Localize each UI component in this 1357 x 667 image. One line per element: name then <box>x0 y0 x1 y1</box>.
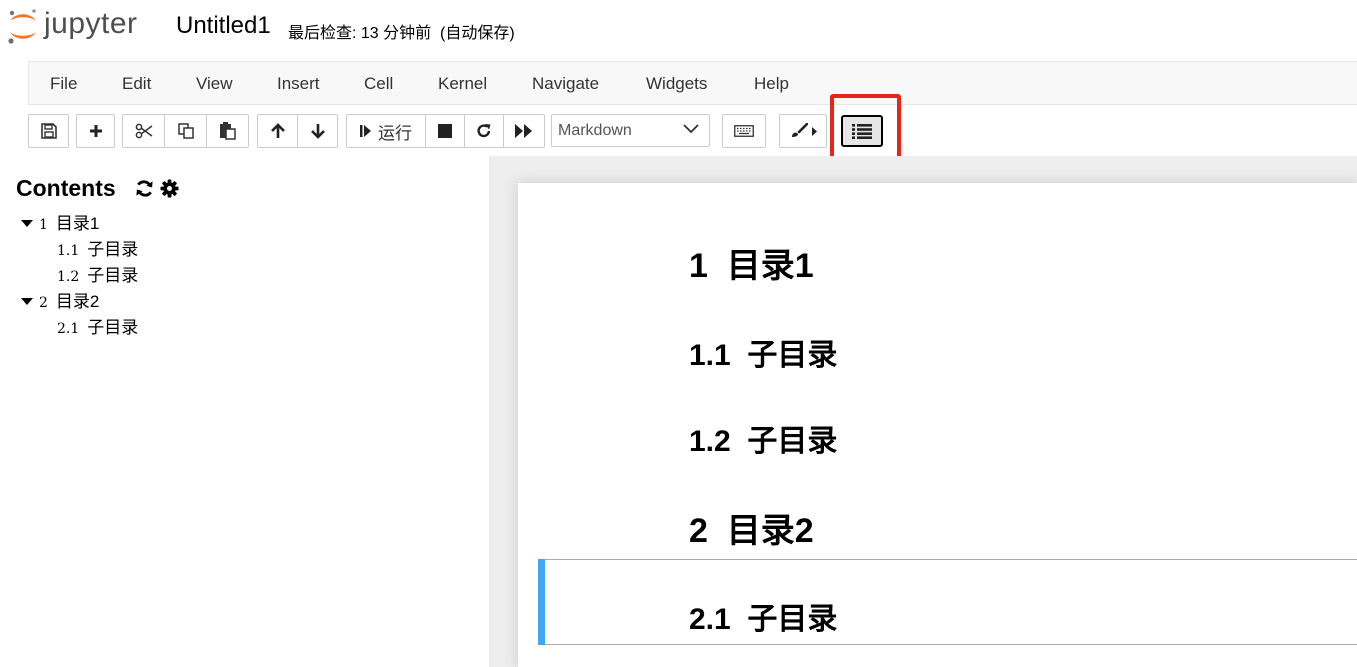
toc-item-1-1[interactable]: 1.1 子目录 <box>57 235 138 260</box>
toc-number: 1.1 <box>57 243 80 259</box>
command-palette-button[interactable] <box>722 114 766 148</box>
edit-group <box>122 114 249 148</box>
toc-item-1[interactable]: 1 目录1 <box>21 209 99 234</box>
insert-cell-button[interactable] <box>76 114 115 148</box>
notebook-name[interactable]: Untitled1 <box>176 12 271 40</box>
toc-title: Contents <box>16 175 116 201</box>
menu-edit[interactable]: Edit <box>122 74 151 94</box>
heading-cell-2[interactable]: 2 目录2 <box>689 503 814 552</box>
toc-label: 子目录 <box>87 318 139 337</box>
toc-label: 子目录 <box>87 240 139 259</box>
restart-run-all-button[interactable] <box>503 114 545 148</box>
heading-cell-1[interactable]: 1 目录1 <box>689 238 814 287</box>
arrow-up-icon <box>270 123 285 138</box>
toc-sidebar: Contents 1 目录1 1.1 子目录 1.2 子目录 2 目录2 2.1… <box>0 156 490 667</box>
menu-widgets[interactable]: Widgets <box>646 74 707 94</box>
checkpoint-status: 最后检查: 13 分钟前 (自动保存) <box>288 25 515 42</box>
run-label: 运行 <box>378 123 412 143</box>
menu-help[interactable]: Help <box>754 74 789 94</box>
jupyter-logo-icon <box>8 9 36 44</box>
save-button[interactable] <box>28 114 69 148</box>
toc-number: 2.1 <box>57 321 80 337</box>
move-down-button[interactable] <box>297 114 338 148</box>
toc-item-1-2[interactable]: 1.2 子目录 <box>57 261 138 286</box>
run-button[interactable]: 运行 <box>346 114 426 148</box>
toc-item-2[interactable]: 2 目录2 <box>21 287 99 312</box>
arrow-down-icon <box>310 124 325 139</box>
paste-icon <box>219 122 236 140</box>
toc-toggle-button[interactable] <box>841 115 883 147</box>
cell-type-value: Markdown <box>558 122 632 139</box>
toolbar: 运行 Markdown <box>0 106 1357 156</box>
menubar: File Edit View Insert Cell Kernel Naviga… <box>28 61 1357 105</box>
toc-refresh-button[interactable] <box>135 179 154 198</box>
toc-label: 子目录 <box>87 266 139 285</box>
toc-label: 目录1 <box>55 214 100 233</box>
copy-icon <box>177 123 194 139</box>
notebook-container: 1 目录1 1.1 子目录 1.2 子目录 2 目录2 2.1 子目录 <box>490 156 1357 667</box>
copy-button[interactable] <box>164 114 207 148</box>
insert-group <box>76 114 115 148</box>
plus-icon <box>89 125 102 137</box>
paste-button[interactable] <box>206 114 249 148</box>
toolbar-extra-group <box>779 114 827 148</box>
refresh-icon <box>477 124 491 138</box>
list-icon <box>852 123 872 139</box>
cut-icon <box>135 123 152 139</box>
move-group <box>257 114 338 148</box>
menu-file[interactable]: File <box>50 74 77 94</box>
nbextension-button[interactable] <box>779 114 827 148</box>
gear-icon <box>160 179 179 198</box>
logo-text: jupyter <box>44 7 138 40</box>
jupyter-logo[interactable]: jupyter <box>6 6 138 46</box>
cell-type-select[interactable]: Markdown <box>551 114 710 147</box>
move-up-button[interactable] <box>257 114 298 148</box>
heading-cell-1-2[interactable]: 1.2 子目录 <box>689 416 837 460</box>
header: jupyter Untitled1 最后检查: 13 分钟前 (自动保存) <box>0 0 1357 60</box>
toc-actions <box>135 179 179 198</box>
toc-number: 2 <box>39 295 48 311</box>
keyboard-icon <box>734 125 754 137</box>
menu-kernel[interactable]: Kernel <box>438 74 487 94</box>
heading-cell-1-1[interactable]: 1.1 子目录 <box>689 330 837 374</box>
interrupt-button[interactable] <box>425 114 465 148</box>
run-group: 运行 <box>346 114 545 148</box>
menu-view[interactable]: View <box>196 74 233 94</box>
cut-button[interactable] <box>122 114 165 148</box>
chevron-down-icon <box>683 124 699 134</box>
heading-cell-2-1[interactable]: 2.1 子目录 <box>689 594 837 638</box>
caret-down-icon[interactable] <box>21 298 33 305</box>
notebook-sheet: 1 目录1 1.1 子目录 1.2 子目录 2 目录2 2.1 子目录 <box>518 183 1357 667</box>
selected-cell-indicator <box>538 559 545 645</box>
selected-cell[interactable] <box>538 559 1357 645</box>
fast-forward-icon <box>515 124 532 138</box>
stop-icon <box>438 124 452 138</box>
menu-insert[interactable]: Insert <box>277 74 320 94</box>
keyboard-group <box>722 114 766 148</box>
save-icon <box>40 123 57 139</box>
restart-button[interactable] <box>464 114 504 148</box>
menu-navigate[interactable]: Navigate <box>532 74 599 94</box>
caret-down-icon[interactable] <box>21 220 33 227</box>
toc-label: 目录2 <box>55 292 100 311</box>
toc-number: 1.2 <box>57 269 80 285</box>
caret-right-icon <box>811 126 817 136</box>
toc-settings-button[interactable] <box>160 179 179 198</box>
refresh-icon <box>136 180 153 197</box>
step-forward-icon <box>360 125 371 137</box>
toc-number: 1 <box>39 217 48 233</box>
paint-brush-icon <box>791 123 808 137</box>
toc-item-2-1[interactable]: 2.1 子目录 <box>57 313 138 338</box>
save-group <box>28 114 69 148</box>
menu-cell[interactable]: Cell <box>364 74 393 94</box>
